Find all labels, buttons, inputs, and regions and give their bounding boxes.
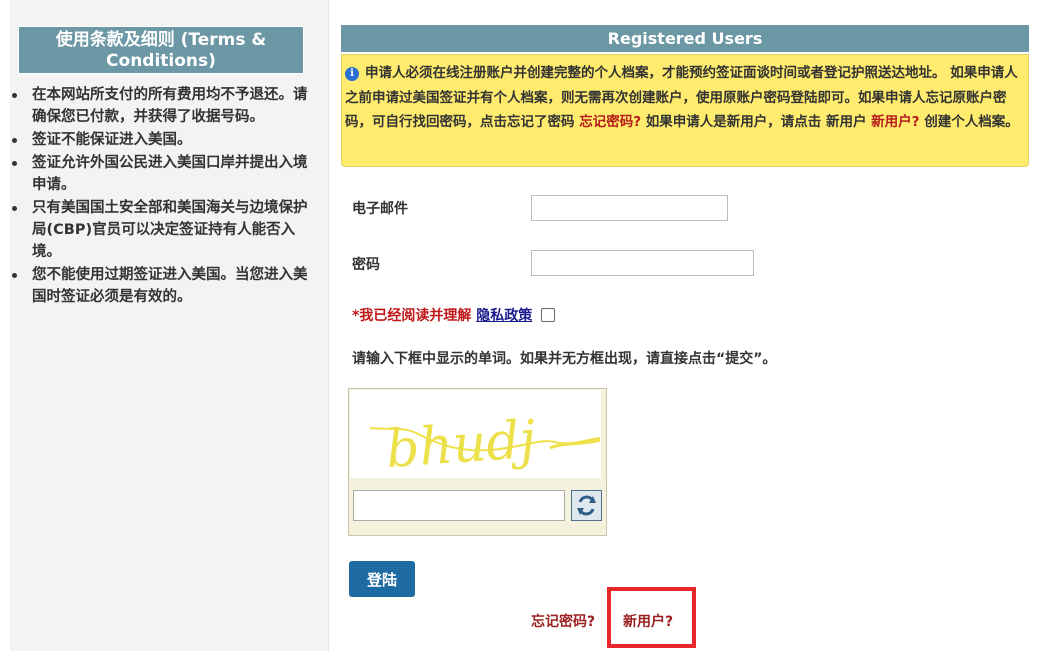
captcha-hint: 请输入下框中显示的单词。如果并无方框出现，请直接点击“提交”。 [352, 351, 777, 367]
agree-required-text: *我已经阅读并理解 [352, 308, 472, 324]
terms-header: 使用条款及细则 (Terms & Conditions) [18, 26, 304, 74]
terms-item: 只有美国国土安全部和美国海关与边境保护局(CBP)官员可以决定签证持有人能否入境… [12, 197, 332, 263]
notice-new-user-link[interactable]: 新用户? [871, 114, 919, 130]
notice-text-3: 创建个人档案。 [924, 114, 1019, 130]
captcha-svg: bhudj [369, 410, 601, 480]
password-label: 密码 [352, 257, 380, 273]
notice-box: i 申请人必须在线注册账户并创建完整的个人档案，才能预约签证面谈时间或者登记护照送… [341, 54, 1029, 167]
registered-users-header: Registered Users [341, 25, 1029, 52]
captcha-refresh-button[interactable] [571, 490, 602, 521]
terms-item: 签证允许外国公民进入美国口岸并提出入境申请。 [12, 152, 332, 196]
info-icon: i [345, 67, 359, 81]
forgot-password-link[interactable]: 忘记密码? [531, 611, 595, 631]
captcha-word: bhudj [384, 410, 538, 478]
captcha-image: bhudj [350, 390, 601, 480]
captcha-input[interactable] [353, 490, 565, 521]
highlight-box [607, 587, 696, 648]
terms-item: 您不能使用过期签证进入美国。当您进入美国时签证必须是有效的。 [12, 264, 332, 308]
terms-list: 在本网站所支付的所有费用均不予退还。请确保您已付款，并获得了收据号码。 签证不能… [0, 84, 332, 309]
privacy-policy-link[interactable]: 隐私政策 [476, 308, 532, 324]
refresh-icon [577, 495, 596, 516]
terms-item: 在本网站所支付的所有费用均不予退还。请确保您已付款，并获得了收据号码。 [12, 84, 332, 128]
privacy-agreement: *我已经阅读并理解 隐私政策 [352, 305, 556, 325]
captcha-box: bhudj [348, 388, 607, 536]
password-field[interactable] [531, 250, 754, 276]
privacy-checkbox[interactable] [541, 308, 556, 322]
terms-item: 签证不能保证进入美国。 [12, 129, 332, 151]
notice-forgot-link[interactable]: 忘记密码? [579, 114, 641, 130]
notice-text-2: 如果申请人是新用户，请点击 新用户 [645, 114, 867, 130]
email-label: 电子邮件 [352, 201, 408, 217]
email-field[interactable] [531, 195, 728, 221]
login-button[interactable]: 登陆 [349, 561, 415, 597]
